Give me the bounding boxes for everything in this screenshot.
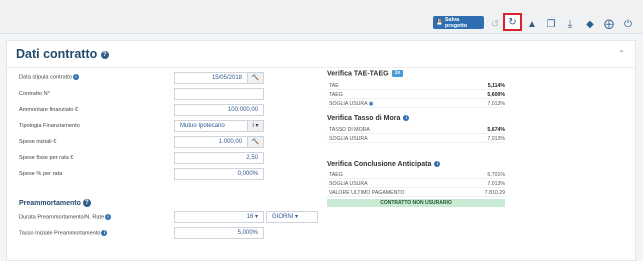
page-title: Dati contratto ?: [16, 47, 109, 61]
list-item: TAE 5,114%: [327, 83, 505, 90]
ammontare-label: Ammontare finanziato €: [19, 107, 79, 113]
spese-perc-input[interactable]: 0,000%: [174, 168, 264, 180]
spese-iniziali-label: Spese iniziali €: [19, 139, 57, 145]
data-stipula-input[interactable]: 15/05/2018: [174, 72, 248, 84]
contratto-n-label: Contratto N°: [19, 91, 50, 97]
tipologia-select[interactable]: Mutuo Ipotecario: [174, 120, 248, 132]
save-project-button[interactable]: 💾 Salva progetto: [433, 16, 484, 29]
list-item: TASSO DI MORA 5,674%: [327, 127, 505, 134]
download-icon[interactable]: ⤓: [564, 16, 576, 32]
taeg-tag-badge[interactable]: 1x: [391, 70, 404, 77]
spese-fisse-label: Spese fisse per rata €: [19, 155, 74, 161]
info-icon[interactable]: i: [403, 115, 410, 122]
hammer-icon[interactable]: 🔨: [247, 72, 264, 84]
spese-fisse-input[interactable]: 2,50: [174, 152, 264, 164]
top-toolbar: 💾 Salva progetto ↺ ↻ ▲ ❐ ⤓ ◆ ⨁ ⏻: [0, 0, 643, 34]
warning-icon[interactable]: ▲: [526, 16, 538, 32]
tipologia-info-dropdown[interactable]: i ▾: [247, 120, 264, 132]
contract-data-card: Dati contratto ? ⌃ Data stipula contratt…: [6, 40, 636, 261]
info-icon[interactable]: i: [72, 74, 79, 80]
save-icon: 💾: [436, 19, 443, 26]
data-stipula-label: Data stipula contratto i: [19, 74, 79, 80]
info-icon[interactable]: i: [101, 230, 108, 236]
save-project-label: Salva progetto: [444, 16, 468, 29]
spese-perc-label: Spese % per rata: [19, 171, 63, 177]
list-item: SOGLIA USURA 7,013%: [327, 181, 505, 188]
list-item: TAEG 5,600%: [327, 92, 505, 99]
tag-icon[interactable]: ◆: [584, 16, 596, 32]
tasso-label: Tasso Iniziale Preammortamento i: [19, 230, 108, 236]
contratto-n-input[interactable]: [174, 88, 264, 100]
help-icon[interactable]: ?: [82, 199, 91, 207]
hammer-icon[interactable]: 🔨: [247, 136, 264, 148]
verifica-anticipata-title: Verifica Conclusione Anticipata i: [327, 161, 441, 168]
list-item: TAEG 5,701%: [327, 172, 505, 179]
durata-input[interactable]: 16 ▾: [174, 211, 264, 223]
lifebuoy-icon[interactable]: ⨁: [603, 16, 615, 32]
power-icon[interactable]: ⏻: [622, 16, 634, 32]
durata-unit-select[interactable]: GIORNI ▾: [266, 211, 318, 223]
tipologia-label: Tipologia Finanziamento: [19, 123, 80, 129]
spese-iniziali-input[interactable]: 1.000,00: [174, 136, 248, 148]
verifica-taeg-title: Verifica TAE-TAEG 1x: [327, 70, 404, 77]
redo-icon[interactable]: ↻: [503, 13, 522, 31]
durata-label: Durata Preammortamento/N. Rate i: [19, 214, 112, 220]
page-title-text: Dati contratto: [16, 47, 98, 61]
preammortamento-title: Preammortamento ?: [19, 199, 91, 207]
status-badge: CONTRATTO NON USURARIO: [327, 199, 505, 207]
card-header: Dati contratto ? ⌃: [7, 41, 635, 68]
collapse-chevron-icon[interactable]: ⌃: [618, 49, 625, 58]
copy-icon[interactable]: ❐: [545, 16, 557, 32]
help-icon[interactable]: ?: [100, 50, 109, 59]
list-item: VALORE ULTIMO PAGAMENTO 7.810,29: [327, 190, 505, 197]
info-icon[interactable]: i: [105, 214, 112, 220]
verifica-mora-title: Verifica Tasso di Mora i: [327, 115, 410, 122]
book-icon[interactable]: ▣: [369, 101, 374, 107]
info-icon[interactable]: i: [434, 161, 441, 168]
tasso-input[interactable]: 5,000%: [174, 227, 264, 239]
undo-icon[interactable]: ↺: [489, 16, 501, 32]
list-item: SOGLIA USURA 7,013%: [327, 136, 505, 143]
ammontare-input[interactable]: 100.000,00: [174, 104, 264, 116]
list-item: SOGLIA USURA ▣ 7,013%: [327, 101, 505, 108]
